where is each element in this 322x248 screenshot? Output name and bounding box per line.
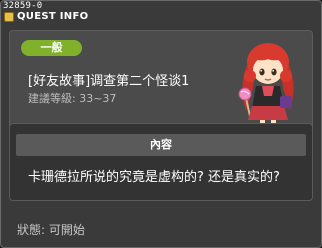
content-header: 內容 — [16, 134, 306, 156]
quest-description: 卡珊德拉所说的究竟是虚构的? 还是真实的? — [28, 170, 280, 185]
quest-info-icon — [4, 12, 14, 22]
title-bar[interactable]: QUEST INFO — [0, 10, 322, 25]
recommended-level: 建議等級: 33~37 — [28, 90, 116, 106]
quest-status-label: 狀態: — [17, 223, 46, 237]
quest-status-value: 可開始 — [48, 223, 85, 237]
quest-category-badge: 一般 — [21, 40, 82, 56]
window-title: QUEST INFO — [17, 11, 89, 22]
recommended-level-value: 33~37 — [79, 92, 117, 105]
recommended-level-label: 建議等級: — [28, 92, 76, 105]
quest-name: [好友故事]调查第二个怪谈1 — [28, 74, 190, 89]
quest-status: 狀態: 可開始 — [17, 221, 85, 238]
